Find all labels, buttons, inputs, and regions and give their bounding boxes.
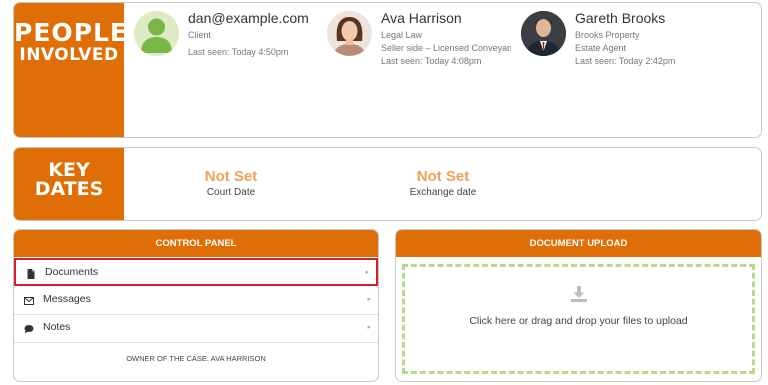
download-icon [570,286,587,302]
people-title-line2: INVOLVED [19,45,119,65]
document-upload-panel: DOCUMENT UPLOAD Click here or drag and d… [395,229,762,382]
person-last-seen: Last seen: Today 2:42pm [575,56,676,66]
person-company: Legal Law [381,30,423,40]
control-item-label: Documents [45,266,99,278]
male-avatar [521,11,566,56]
chevron-right-icon: ▸ [367,296,371,303]
person-card-client[interactable]: dan@example.com Client Last seen: Today … [134,10,309,71]
control-item-messages[interactable]: Messages ▸ [14,287,378,315]
person-card-gareth-brooks[interactable]: Gareth Brooks Brooks Property Estate Age… [521,10,711,71]
person-last-seen: Last seen: Today 4:08pm [381,56,482,66]
file-icon [27,269,35,279]
chevron-right-icon: ▸ [367,324,371,331]
envelope-icon [24,297,34,305]
person-role: Seller side – Licensed Conveyancer [381,43,511,53]
person-role: Estate Agent [575,43,627,53]
people-involved-panel: PEOPLE INVOLVED dan@example.com Client L… [13,2,762,138]
control-item-documents[interactable]: Documents ▸ [14,258,378,286]
person-card-ava-harrison[interactable]: Ava Harrison Legal Law Seller side – Lic… [327,10,512,71]
comment-icon [24,325,34,334]
key-date-value[interactable]: Not Set [368,168,518,185]
key-date-label: Exchange date [409,187,477,198]
people-title-line1: PEOPLE [14,18,128,47]
person-company: Brooks Property [575,30,640,40]
generic-user-icon [134,11,179,56]
control-panel-header: CONTROL PANEL [14,230,378,257]
document-upload-header: DOCUMENT UPLOAD [396,230,761,257]
key-date-value[interactable]: Not Set [156,168,306,185]
key-date-exchange[interactable]: Not Set Exchange date [368,168,518,200]
person-name[interactable]: dan@example.com [188,10,309,27]
key-date-label: Court Date [206,187,256,198]
key-dates-tab: KEY DATES [14,148,124,220]
person-role: Client [188,30,212,40]
people-involved-tab: PEOPLE INVOLVED [14,3,128,137]
control-item-label: Notes [43,321,71,333]
chevron-right-icon: ▸ [365,269,369,276]
key-dates-panel: KEY DATES Not Set Court Date Not Set Exc… [13,147,762,221]
person-name[interactable]: Ava Harrison [381,10,511,27]
key-date-court[interactable]: Not Set Court Date [156,168,306,200]
key-dates-title: KEY DATES [34,159,104,200]
file-dropzone[interactable]: Click here or drag and drop your files t… [402,264,755,374]
control-item-label: Messages [43,293,91,305]
female-avatar [327,11,372,56]
dropzone-instruction: Click here or drag and drop your files t… [469,315,688,327]
person-last-seen: Last seen: Today 4:50pm [188,47,289,57]
case-owner-text: OWNER OF THE CASE: AVA HARRISON [126,354,266,363]
person-name[interactable]: Gareth Brooks [575,10,675,27]
control-item-notes[interactable]: Notes ▸ [14,315,378,343]
control-panel: CONTROL PANEL Documents ▸ Messages ▸ Not… [13,229,379,382]
